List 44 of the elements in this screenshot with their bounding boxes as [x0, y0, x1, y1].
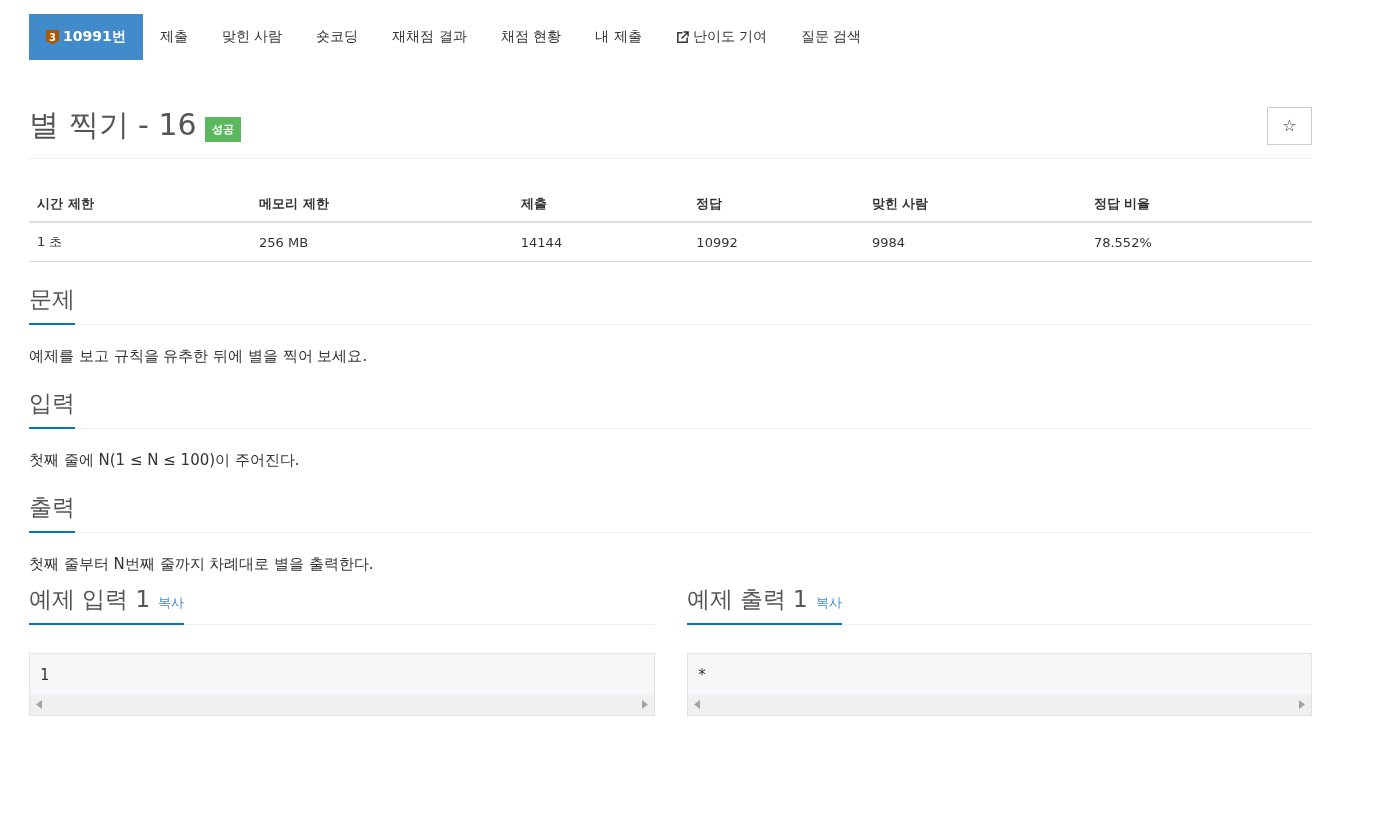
column-header: 정답 비율 [1085, 187, 1312, 222]
tier-badge-icon: 3 [46, 29, 59, 45]
section-text: 예제를 보고 규칙을 유추한 뒤에 별을 찍어 보세요. [29, 347, 369, 366]
copy-link[interactable]: 복사 [158, 594, 185, 612]
table-cell: 78.552% [1085, 222, 1312, 262]
section-heading: 문제 [29, 284, 75, 325]
nav-tab[interactable]: 3 10991번 [29, 14, 143, 60]
table-cell: 9984 [863, 222, 1086, 262]
nav-tab[interactable]: 재채점 결과 [375, 14, 484, 60]
section-text: 첫째 줄에 N(1 ≤ N ≤ 100)이 주어진다. [29, 451, 301, 470]
scroll-right-icon[interactable] [641, 700, 648, 709]
problem-title: 별 찍기 - 16 [29, 106, 197, 144]
sample-heading: 예제 입력 1 [29, 585, 151, 614]
scroll-left-icon[interactable] [36, 700, 42, 709]
column-header: 제출 [512, 187, 689, 222]
scroll-left-icon[interactable] [693, 700, 700, 709]
nav-tab[interactable]: 맞힌 사람 [204, 14, 300, 60]
scroll-right-icon[interactable] [1299, 700, 1305, 709]
column-header: 맞힌 사람 [863, 187, 1086, 222]
horizontal-scrollbar[interactable] [687, 694, 1311, 715]
table-cell: 14144 [512, 222, 689, 262]
external-link-icon [675, 30, 689, 44]
nav-tab[interactable]: 난이도 기여 [658, 14, 784, 60]
favorite-button[interactable]: ☆ [1267, 106, 1312, 145]
table-cell: 10992 [688, 222, 864, 262]
section-heading: 입력 [29, 388, 75, 429]
horizontal-scrollbar[interactable] [30, 694, 654, 715]
sample-heading: 예제 출력 1 [686, 585, 808, 614]
section-text: 첫째 줄부터 N번째 줄까지 차례대로 별을 출력한다. [29, 555, 375, 574]
column-header: 정답 [688, 187, 864, 222]
nav-tab[interactable]: 채점 현황 [483, 14, 579, 60]
table-cell: 1 초 [29, 222, 251, 262]
nav-tab[interactable]: 내 제출 [578, 14, 659, 60]
table-cell: 256 MB [251, 222, 513, 262]
nav-tab[interactable]: 질문 검색 [784, 14, 879, 60]
code-text: * [696, 665, 708, 686]
column-header: 메모리 제한 [251, 187, 513, 222]
nav-tab[interactable]: 숏코딩 [299, 14, 376, 60]
column-header: 시간 제한 [29, 187, 251, 222]
nav-tab[interactable]: 제출 [142, 14, 205, 60]
section-heading: 출력 [29, 492, 75, 533]
status-label: 성공 [204, 117, 241, 142]
code-text: 1 [39, 665, 51, 686]
copy-link[interactable]: 복사 [815, 594, 842, 612]
